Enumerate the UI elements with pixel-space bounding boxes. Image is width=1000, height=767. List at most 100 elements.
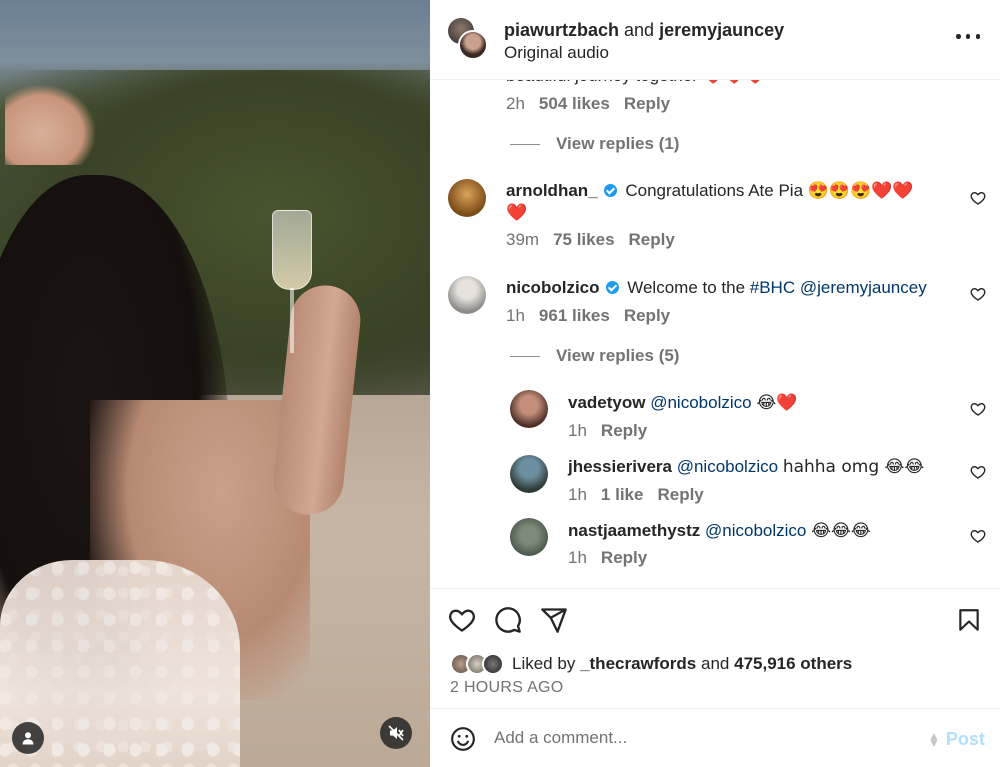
hashtag-link[interactable]: #BHC [750,278,795,297]
bookmark-icon[interactable] [956,606,982,634]
comment-meta: 1h 961 likes Reply [506,306,670,326]
avatar [482,653,504,675]
post-authors: piawurtzbach and jeremyjauncey [504,20,784,41]
avatar[interactable] [448,179,486,217]
comment-likes[interactable]: 504 likes [539,94,610,114]
comment-username[interactable]: nicobolzico [506,278,600,297]
comment-like-heart-icon[interactable] [970,401,986,417]
comment-time: 1h [506,306,525,325]
add-comment-bar: ▲▼ Post [430,708,1000,767]
comment-time: 39m [506,230,540,249]
mention-link[interactable]: @nicobolzico [677,457,778,476]
divider-line [510,355,540,357]
comment-like-heart-icon[interactable] [970,528,986,544]
reply-button[interactable]: Reply [624,306,670,326]
reply-body: nastjaamethystz @nicobolzico 😂😂😂 [568,520,968,542]
reply-button[interactable]: Reply [657,485,703,505]
verified-badge-icon [603,184,617,197]
post-side-panel: piawurtzbach and jeremyjauncey Original … [430,0,1000,767]
likes-count[interactable]: 475,916 others [734,654,852,674]
post-timestamp[interactable]: 2 HOURS AGO [450,679,564,697]
comments-list[interactable]: beautiful journey together ❤️❤️❤️ 2h 504… [430,60,1000,588]
collab-avatars[interactable] [448,18,488,60]
mute-toggle-button[interactable] [380,717,412,749]
comment-bubble-icon[interactable] [494,606,522,634]
reply-meta: 1h Reply [568,548,647,568]
mention-link[interactable]: @nicobolzico [650,393,751,412]
avatar[interactable] [510,390,548,428]
liked-by-joiner: and [701,654,730,673]
reply-text: hahha omg 😂😂 [782,457,925,477]
mention-link[interactable]: @nicobolzico [705,521,806,540]
champagne-glass [272,210,312,290]
liked-by-prefix: Liked by [512,654,576,673]
author-link[interactable]: piawurtzbach [504,20,619,40]
avatar [458,30,488,60]
smiley-icon[interactable] [450,726,476,752]
audio-link[interactable]: Original audio [504,43,609,63]
paper-plane-icon[interactable] [540,606,568,634]
liker-avatars [450,653,506,675]
reply-time: 1h [568,548,587,567]
post-media-video[interactable] [0,0,430,767]
reply-username[interactable]: nastjaamethystz [568,521,700,540]
view-replies-label: View replies (1) [556,134,680,153]
author-link[interactable]: jeremyjauncey [659,20,784,40]
divider-line [510,143,540,145]
post-header: piawurtzbach and jeremyjauncey Original … [430,0,1000,80]
more-options-button[interactable] [956,34,980,44]
post-actions: Liked by _thecrawfords and 475,916 other… [430,588,1000,708]
reply-button[interactable]: Reply [624,94,670,114]
comment-meta: 2h 504 likes Reply [506,94,670,114]
view-replies-button[interactable]: View replies (5) [510,346,679,366]
avatar[interactable] [448,276,486,314]
comment-likes[interactable]: 961 likes [539,306,610,326]
comment-username[interactable]: arnoldhan_ [506,181,598,200]
reply-body: vadetyow @nicobolzico 😂❤️ [568,392,968,414]
comment-body: nicobolzico Welcome to the #BHC @jeremyj… [506,277,966,299]
reply-likes[interactable]: 1 like [601,485,644,505]
comment-meta: 39m 75 likes Reply [506,230,675,250]
reply-username[interactable]: vadetyow [568,393,645,412]
comment-text-line2: ❤️ [506,203,528,222]
view-replies-label: View replies (5) [556,346,680,365]
avatar[interactable] [510,455,548,493]
glass-stem [290,288,294,353]
heart-icon[interactable] [448,606,476,634]
mention-link[interactable]: @jeremyjauncey [800,278,927,297]
ellipsis-icon [956,34,961,39]
reply-button[interactable]: Reply [601,548,647,568]
person-icon [22,732,34,745]
comment-time: 2h [506,94,525,113]
avatar[interactable] [510,518,548,556]
comment-likes[interactable]: 75 likes [553,230,614,250]
authors-joiner: and [624,20,655,40]
comment-like-heart-icon[interactable] [970,464,986,480]
comment-input[interactable] [494,723,914,753]
reply-body: jhessierivera @nicobolzico hahha omg 😂😂 [568,456,968,478]
comment-text: Congratulations Ate Pia 😍😍😍❤️❤️ [625,181,914,200]
speaker-muted-icon [388,725,404,741]
verified-badge-icon [605,281,619,294]
raised-hand [5,85,95,165]
comment-like-heart-icon[interactable] [970,286,986,302]
user-tags-button[interactable] [12,722,44,754]
post-label: Post [945,729,985,749]
liked-by-summary[interactable]: Liked by _thecrawfords and 475,916 other… [450,653,852,675]
reply-meta: 1h Reply [568,421,647,441]
comment-text: Welcome to the [627,278,746,297]
reply-time: 1h [568,421,587,440]
comment-body: arnoldhan_ Congratulations Ate Pia 😍😍😍❤️… [506,180,966,224]
reply-button[interactable]: Reply [629,230,675,250]
view-replies-button[interactable]: View replies (1) [510,134,679,154]
reply-username[interactable]: jhessierivera [568,457,672,476]
reply-text: 😂❤️ [756,393,798,413]
reply-time: 1h [568,485,587,504]
comment-like-heart-icon[interactable] [970,190,986,206]
reply-meta: 1h 1 like Reply [568,485,704,505]
reply-button[interactable]: Reply [601,421,647,441]
reply-text: 😂😂😂 [811,521,871,541]
liker-username[interactable]: _thecrawfords [580,654,696,674]
post-comment-button[interactable]: ▲ ▼ Post [928,729,985,750]
resize-arrows-icon: ▲ ▼ [928,728,940,750]
